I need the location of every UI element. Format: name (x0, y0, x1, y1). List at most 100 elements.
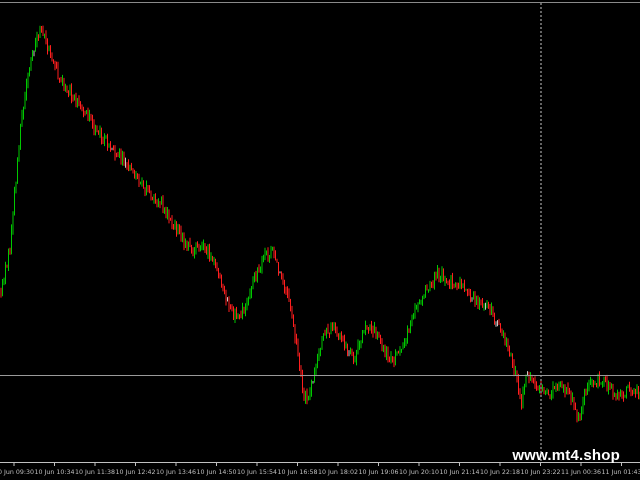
candle-body (416, 306, 417, 309)
candle-body (572, 397, 573, 401)
candle-body (48, 49, 50, 51)
candle-body (569, 389, 570, 392)
candle-body (518, 378, 519, 392)
candle-body (318, 351, 320, 356)
time-axis-label: 10 Jun 13:46 (156, 469, 196, 476)
candle-body (582, 401, 584, 412)
candle-body (71, 88, 72, 99)
candle-body (423, 295, 425, 299)
candle-body (539, 385, 540, 390)
candle-body (332, 324, 333, 331)
candle-body (207, 247, 209, 254)
time-axis-label: 11 Jun 01:43 (601, 469, 640, 476)
time-axis-label: 10 Jun 16:58 (277, 469, 317, 476)
time-axis-label: 10 Jun 22:18 (480, 469, 520, 476)
candle-body (29, 68, 30, 75)
candle-body (3, 280, 5, 285)
candle-body (624, 395, 626, 398)
candle-body (5, 265, 6, 280)
candle-body (83, 107, 84, 112)
candle-body (42, 29, 44, 36)
candle-body (167, 211, 168, 218)
candle-body (306, 392, 308, 400)
candle-body (506, 339, 507, 344)
candle-body (297, 339, 299, 354)
candle-body (596, 383, 597, 385)
candle-body (593, 381, 594, 385)
candle-body (374, 327, 375, 333)
candle-body (326, 327, 327, 336)
candle-body (584, 392, 585, 401)
candle-body (620, 394, 621, 396)
candle-body (431, 282, 432, 284)
candle-body (198, 246, 200, 249)
candle-body (168, 211, 170, 220)
candle-body (246, 300, 248, 309)
candle-body (102, 139, 104, 143)
candle-body (89, 114, 90, 119)
candle-body (32, 51, 33, 61)
candle-body (437, 270, 438, 278)
candle-body (588, 384, 590, 388)
candle-body (260, 269, 261, 273)
candle-body (194, 249, 195, 255)
candle-body (315, 365, 317, 372)
candle-body (333, 323, 335, 331)
candle-body (270, 249, 272, 256)
candle-body (623, 396, 624, 398)
candle-body (288, 293, 290, 302)
candle-body (278, 262, 279, 273)
candle-body (489, 306, 491, 315)
candle-body (27, 74, 29, 84)
candle-body (522, 391, 524, 406)
candle-body (401, 349, 402, 351)
candle-body (444, 279, 446, 281)
candle-body (429, 282, 431, 290)
candle-body (618, 394, 620, 396)
candle-body (542, 389, 543, 391)
candle-body (545, 390, 546, 394)
candle-body (638, 388, 639, 395)
candle-body (111, 149, 113, 151)
candle-body (56, 65, 57, 68)
candle-body (300, 366, 302, 375)
chart-background (0, 0, 640, 480)
candle-body (377, 334, 378, 336)
candle-body (173, 224, 174, 228)
candle-body (471, 298, 473, 300)
candle-body (335, 323, 336, 332)
candle-body (470, 294, 471, 299)
candle-body (209, 247, 210, 257)
candle-body (330, 324, 332, 334)
candle-body (486, 304, 488, 306)
candle-body (69, 88, 71, 96)
candle-body (132, 169, 134, 173)
candle-body (99, 130, 101, 135)
candle-body (510, 355, 512, 357)
candle-body (441, 271, 443, 278)
candle-body (77, 98, 78, 105)
candle-body (141, 182, 143, 184)
candle-body (6, 265, 8, 267)
candle-body (9, 250, 11, 252)
candle-body (579, 415, 581, 419)
candle-body (20, 125, 21, 146)
candle-body (498, 321, 500, 325)
candle-body (452, 278, 453, 285)
candle-body (54, 61, 56, 66)
candle-body (197, 244, 198, 247)
candlestick-chart[interactable]: 10 Jun 09:3010 Jun 10:3410 Jun 11:3810 J… (0, 0, 640, 480)
candle-body (462, 283, 464, 288)
candle-body (608, 382, 609, 390)
price-chart-window[interactable]: 10 Jun 09:3010 Jun 10:3410 Jun 11:3810 J… (0, 0, 640, 480)
candle-body (312, 382, 314, 384)
candle-body (50, 49, 51, 53)
candle-body (90, 114, 92, 118)
candle-body (12, 212, 14, 230)
candle-body (189, 241, 191, 247)
candle-body (224, 290, 225, 294)
candle-body (192, 249, 194, 255)
candle-body (291, 308, 293, 318)
time-axis-label: 10 Jun 14:50 (196, 469, 236, 476)
candle-body (611, 386, 612, 389)
